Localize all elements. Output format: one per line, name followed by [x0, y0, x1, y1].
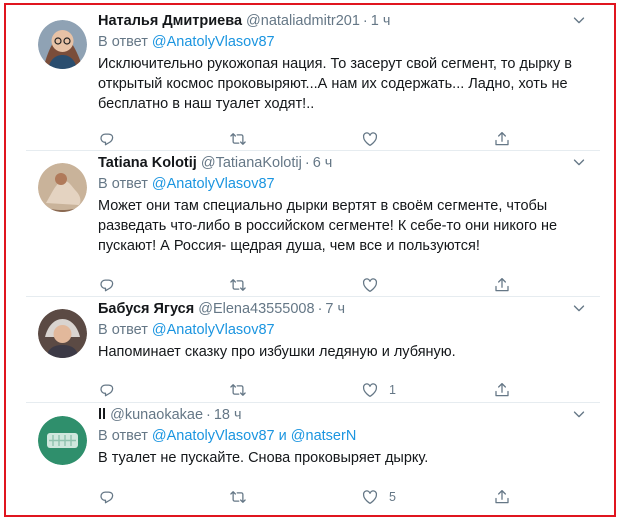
- tweet[interactable]: ll @kunaokakae · 18 ч В ответ @AnatolyVlas…: [26, 403, 600, 515]
- reply-icon: [98, 276, 116, 294]
- share-icon: [493, 488, 511, 506]
- reply-context: В ответ @AnatolyVlasov87 и @natserN: [98, 426, 590, 447]
- tweet-body: Наталья Дмитриева @nataliadmitr201 · 1 ч В…: [98, 11, 590, 114]
- tweet-text: Напоминает сказку про избушки ледяную и …: [98, 344, 456, 360]
- green-pattern-avatar[interactable]: [38, 416, 87, 465]
- chevron-down-icon[interactable]: [570, 11, 588, 29]
- tweet-text: В туалет не пускайте. Снова проковыряет …: [98, 450, 429, 466]
- retweet-icon: [229, 130, 247, 148]
- reply-button[interactable]: [98, 380, 116, 400]
- tweet[interactable]: Наталья Дмитриева @nataliadmitr201 · 1 ч В…: [26, 9, 600, 151]
- tweet-text: Может они там специально дырки вертят в …: [98, 198, 558, 254]
- chevron-down-icon[interactable]: [570, 299, 588, 317]
- reply-button[interactable]: [98, 275, 116, 295]
- separator-dot: ·: [362, 13, 368, 29]
- author-handle[interactable]: @Elena43555008: [198, 301, 314, 317]
- timestamp[interactable]: 1 ч: [371, 13, 391, 29]
- reply-prefix: В ответ: [98, 428, 148, 444]
- reply-conjunction: и: [278, 428, 287, 444]
- retweet-button[interactable]: [229, 275, 247, 295]
- share-button[interactable]: [493, 129, 511, 149]
- like-icon: [361, 130, 379, 148]
- separator-dot: ·: [206, 407, 211, 423]
- like-button[interactable]: [361, 275, 389, 295]
- chevron-down-icon[interactable]: [570, 405, 588, 423]
- author-handle[interactable]: @nataliadmitr201: [246, 13, 360, 29]
- share-icon: [493, 381, 511, 399]
- reply-mention[interactable]: @AnatolyVlasov87: [152, 428, 275, 444]
- like-button[interactable]: 5: [361, 487, 396, 507]
- reply-mention[interactable]: @AnatolyVlasov87: [152, 34, 275, 50]
- reply-mention[interactable]: @AnatolyVlasov87: [152, 176, 275, 192]
- tweet-body: ll @kunaokakae · 18 ч В ответ @AnatolyVlas…: [98, 405, 590, 468]
- author-name[interactable]: Наталья Дмитриева: [98, 13, 242, 29]
- reply-mention[interactable]: @AnatolyVlasov87: [152, 322, 275, 338]
- timestamp[interactable]: 6 ч: [313, 155, 333, 171]
- screenshot-frame: Наталья Дмитриева @nataliadmitr201 · 1 ч В…: [4, 3, 616, 517]
- share-icon: [493, 130, 511, 148]
- retweet-button[interactable]: [229, 487, 247, 507]
- share-icon: [493, 276, 511, 294]
- tweet[interactable]: Бабуся Ягуся @Elena43555008 · 7 ч В ответ …: [26, 297, 600, 403]
- share-button[interactable]: [493, 380, 511, 400]
- tweet-actions: 1: [98, 380, 518, 400]
- retweet-icon: [229, 381, 247, 399]
- elder-avatar[interactable]: [38, 309, 87, 358]
- reply-icon: [98, 130, 116, 148]
- tweet-body: Бабуся Ягуся @Elena43555008 · 7 ч В ответ …: [98, 299, 590, 362]
- timestamp[interactable]: 18 ч: [214, 407, 242, 423]
- author-handle[interactable]: @TatianaKolotij: [201, 155, 302, 171]
- like-icon: [361, 488, 379, 506]
- reply-prefix: В ответ: [98, 34, 148, 50]
- woman-glasses-avatar[interactable]: [38, 20, 87, 69]
- reply-context: В ответ @AnatolyVlasov87: [98, 320, 590, 341]
- tweet-actions: [98, 129, 518, 149]
- reply-prefix: В ответ: [98, 322, 148, 338]
- tweet-actions: [98, 275, 518, 295]
- like-button[interactable]: [361, 129, 389, 149]
- retweet-icon: [229, 276, 247, 294]
- author-name[interactable]: Tatiana Kolotij: [98, 155, 197, 171]
- retweet-button[interactable]: [229, 129, 247, 149]
- like-icon: [361, 381, 379, 399]
- retweet-button[interactable]: [229, 380, 247, 400]
- timestamp[interactable]: 7 ч: [325, 301, 345, 317]
- reply-icon: [98, 488, 116, 506]
- like-count: 5: [389, 490, 396, 504]
- tweet[interactable]: Tatiana Kolotij @TatianaKolotij · 6 ч В от…: [26, 151, 600, 297]
- reply-prefix: В ответ: [98, 176, 148, 192]
- author-handle[interactable]: @kunaokakae: [110, 407, 203, 423]
- author-name[interactable]: Бабуся Ягуся: [98, 301, 194, 317]
- like-icon: [361, 276, 379, 294]
- reply-context: В ответ @AnatolyVlasov87: [98, 32, 590, 53]
- author-name[interactable]: ll: [98, 407, 106, 423]
- like-button[interactable]: 1: [361, 380, 396, 400]
- reply-context: В ответ @AnatolyVlasov87: [98, 174, 590, 195]
- like-count: 1: [389, 383, 396, 397]
- reply-icon: [98, 381, 116, 399]
- tweet-text: Исключительно рукожопая нация. То засеру…: [98, 56, 572, 112]
- retweet-icon: [229, 488, 247, 506]
- tweet-body: Tatiana Kolotij @TatianaKolotij · 6 ч В от…: [98, 153, 590, 256]
- share-button[interactable]: [493, 275, 511, 295]
- painting-avatar[interactable]: [38, 163, 87, 212]
- reply-mention-2[interactable]: @natserN: [291, 428, 357, 444]
- separator-dot: ·: [304, 155, 310, 171]
- share-button[interactable]: [493, 487, 511, 507]
- chevron-down-icon[interactable]: [570, 153, 588, 171]
- separator-dot: ·: [317, 301, 323, 317]
- tweet-actions: 5: [98, 487, 518, 507]
- reply-button[interactable]: [98, 129, 116, 149]
- reply-button[interactable]: [98, 487, 116, 507]
